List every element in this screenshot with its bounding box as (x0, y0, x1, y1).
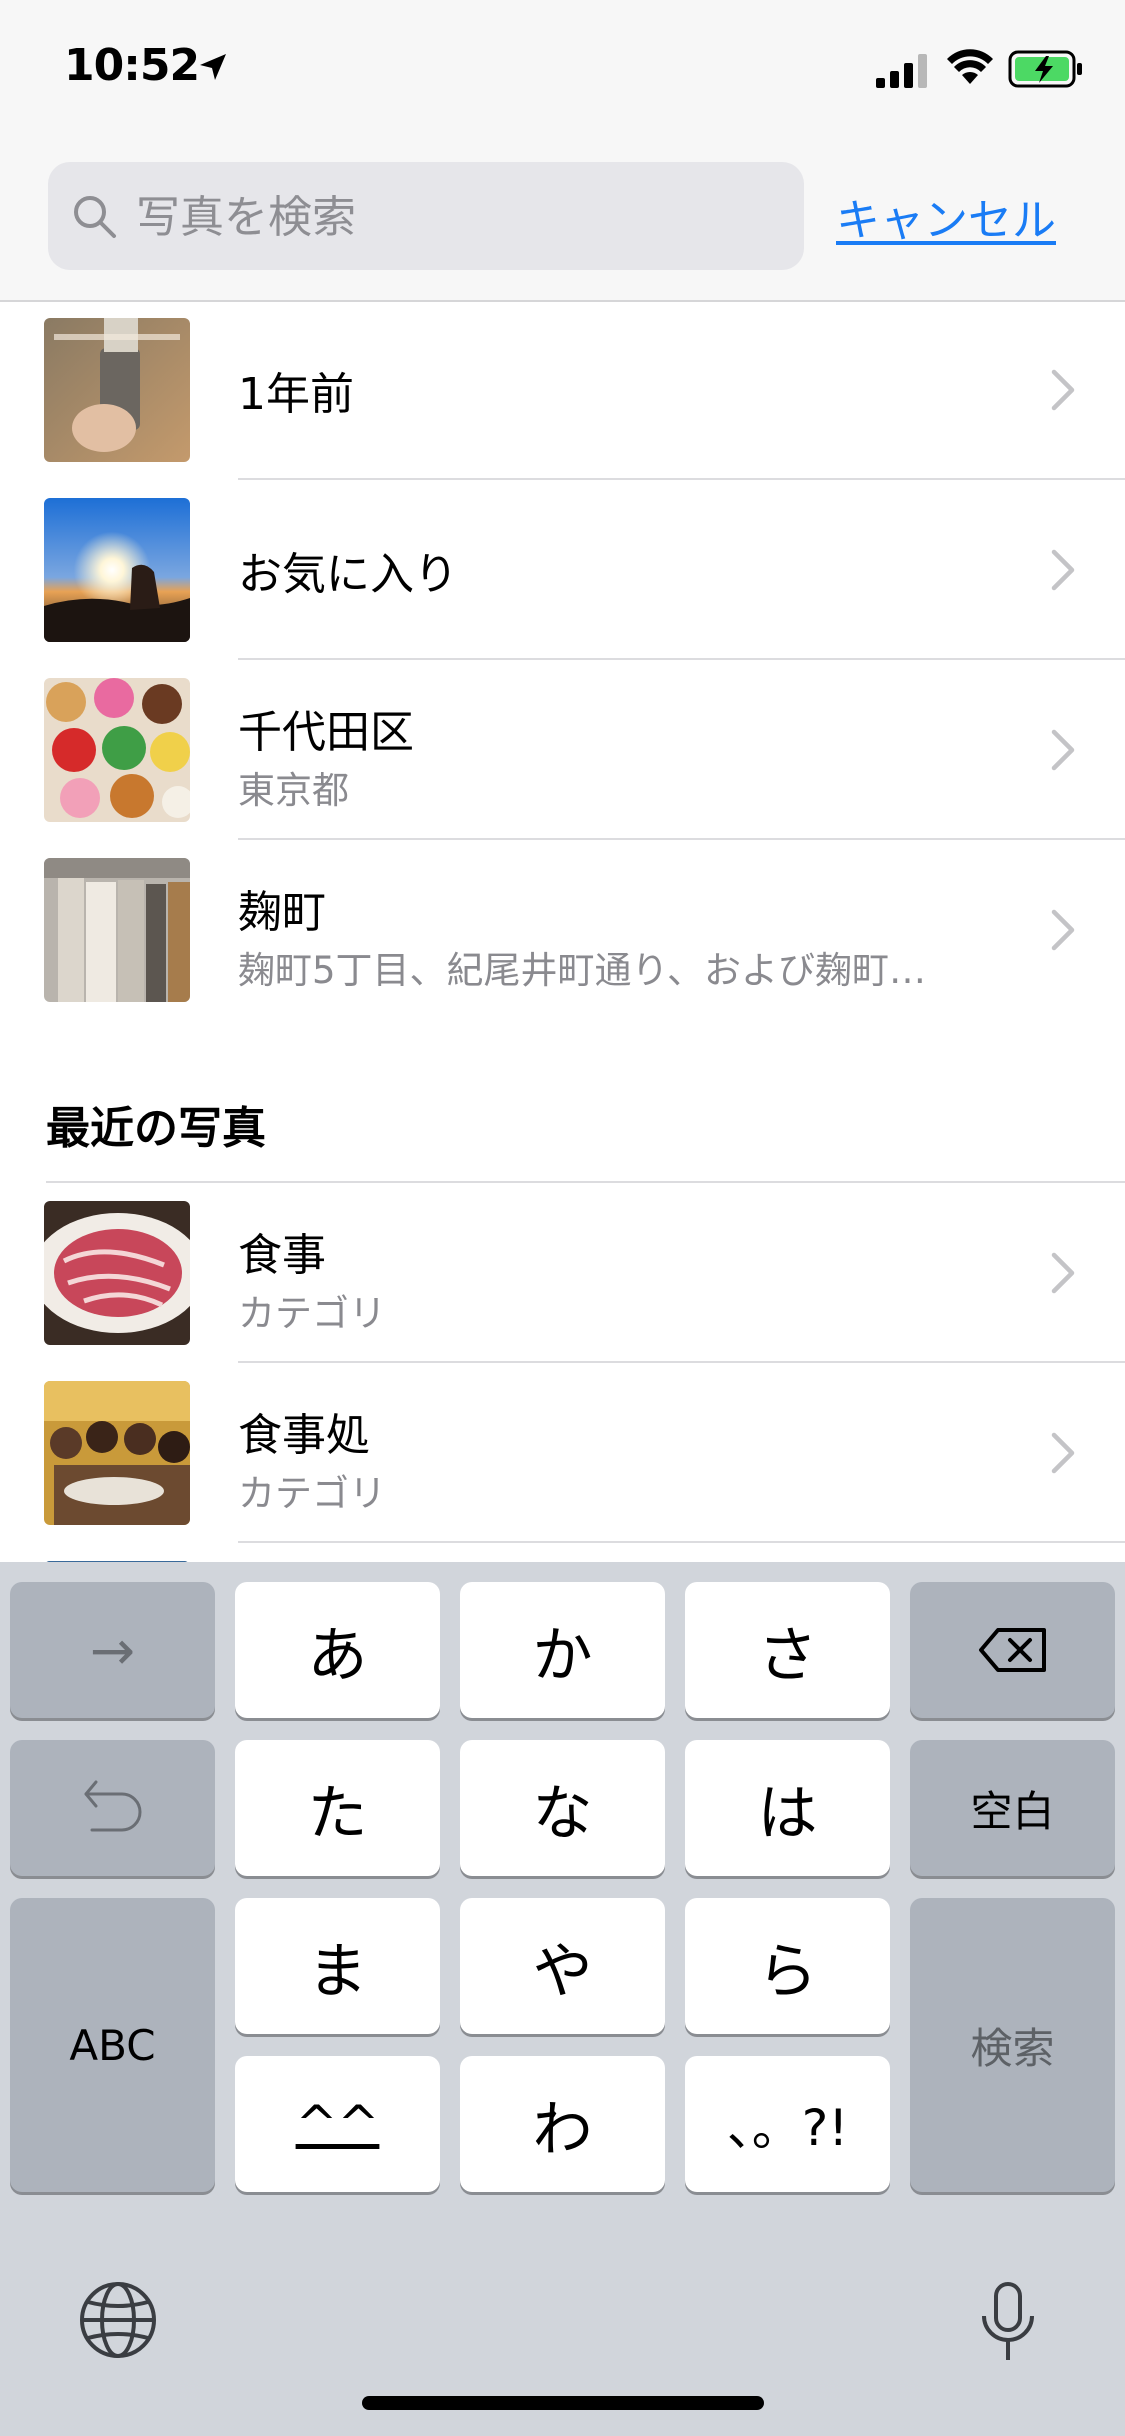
kana-key-a[interactable]: あ (235, 1582, 440, 1718)
battery-charging-icon (1008, 50, 1082, 88)
thumbnail (44, 1381, 190, 1525)
list-item[interactable]: 1年前 (0, 300, 1125, 480)
result-title: 食事 (238, 1230, 326, 1281)
home-indicator[interactable] (362, 2396, 764, 2410)
undo-icon (84, 1780, 141, 1832)
kana-key-ra[interactable]: ら (685, 1898, 890, 2034)
search-key[interactable]: 検索 (910, 1898, 1115, 2192)
status-bar: 10:52 (0, 0, 1125, 140)
cellular-signal-icon (876, 54, 927, 88)
arrow-right-key[interactable]: → (10, 1582, 215, 1718)
abc-key[interactable]: ABC (10, 1898, 215, 2192)
delete-icon (978, 1628, 1046, 1672)
japanese-keyboard: → あ か さ た な は 空白 ABC ま や ら 検索 ^^ わ 、。?! (0, 1562, 1125, 2436)
chevron-right-icon (1051, 1432, 1075, 1474)
result-subtitle: カテゴリ (238, 1472, 386, 1515)
kana-key-sa[interactable]: さ (685, 1582, 890, 1718)
chevron-right-icon (1051, 729, 1075, 771)
search-results-list: 1年前 お気に入り 千代田区 東京都 麹町 麹町5丁目、紀尾井町通り、および麹町… (0, 300, 1125, 1020)
chevron-right-icon (1051, 549, 1075, 591)
microphone-icon[interactable] (978, 2280, 1038, 2366)
kana-key-wa[interactable]: わ (460, 2056, 665, 2192)
result-subtitle: カテゴリ (238, 1292, 386, 1335)
location-arrow-icon (200, 54, 226, 80)
thumbnail (44, 498, 190, 642)
cancel-button[interactable]: キャンセル (836, 184, 1056, 248)
chevron-right-icon (1051, 1252, 1075, 1294)
list-item[interactable]: お気に入り (0, 480, 1125, 660)
undo-key[interactable] (10, 1740, 215, 1876)
result-title: 食事処 (238, 1410, 370, 1461)
delete-key[interactable] (910, 1582, 1115, 1718)
search-icon (74, 196, 116, 238)
search-input[interactable] (134, 162, 778, 272)
chevron-right-icon (1051, 909, 1075, 951)
list-item[interactable]: 麹町 麹町5丁目、紀尾井町通り、および麹町… (0, 840, 1125, 1020)
result-title: お気に入り (238, 549, 458, 600)
list-item[interactable]: 食事処 カテゴリ (0, 1363, 1125, 1543)
status-time: 10:52 (64, 40, 200, 91)
wifi-icon (947, 49, 993, 84)
list-item[interactable]: 食事 カテゴリ (0, 1183, 1125, 1363)
search-field[interactable] (48, 162, 804, 272)
result-subtitle: 麹町5丁目、紀尾井町通り、および麹町… (238, 949, 927, 992)
chevron-right-icon (1051, 369, 1075, 411)
kana-key-ka[interactable]: か (460, 1582, 665, 1718)
thumbnail (44, 858, 190, 1002)
thumbnail (44, 318, 190, 462)
result-title: 千代田区 (238, 707, 414, 758)
result-title: 1年前 (238, 369, 354, 420)
thumbnail (44, 1201, 190, 1345)
emoticon-key[interactable]: ^^ (235, 2056, 440, 2192)
punctuation-key[interactable]: 、。?! (685, 2056, 890, 2192)
kana-key-ma[interactable]: ま (235, 1898, 440, 2034)
list-item[interactable]: 千代田区 東京都 (0, 660, 1125, 840)
result-subtitle: 東京都 (238, 769, 349, 812)
globe-icon[interactable] (78, 2280, 158, 2360)
kana-key-na[interactable]: な (460, 1740, 665, 1876)
section-header-recent: 最近の写真 (46, 1103, 266, 1154)
result-title: 麹町 (238, 887, 326, 938)
kana-key-ya[interactable]: や (460, 1898, 665, 2034)
search-header: キャンセル (0, 140, 1125, 302)
kana-key-ha[interactable]: は (685, 1740, 890, 1876)
space-key[interactable]: 空白 (910, 1740, 1115, 1876)
thumbnail (44, 678, 190, 822)
kana-key-ta[interactable]: た (235, 1740, 440, 1876)
